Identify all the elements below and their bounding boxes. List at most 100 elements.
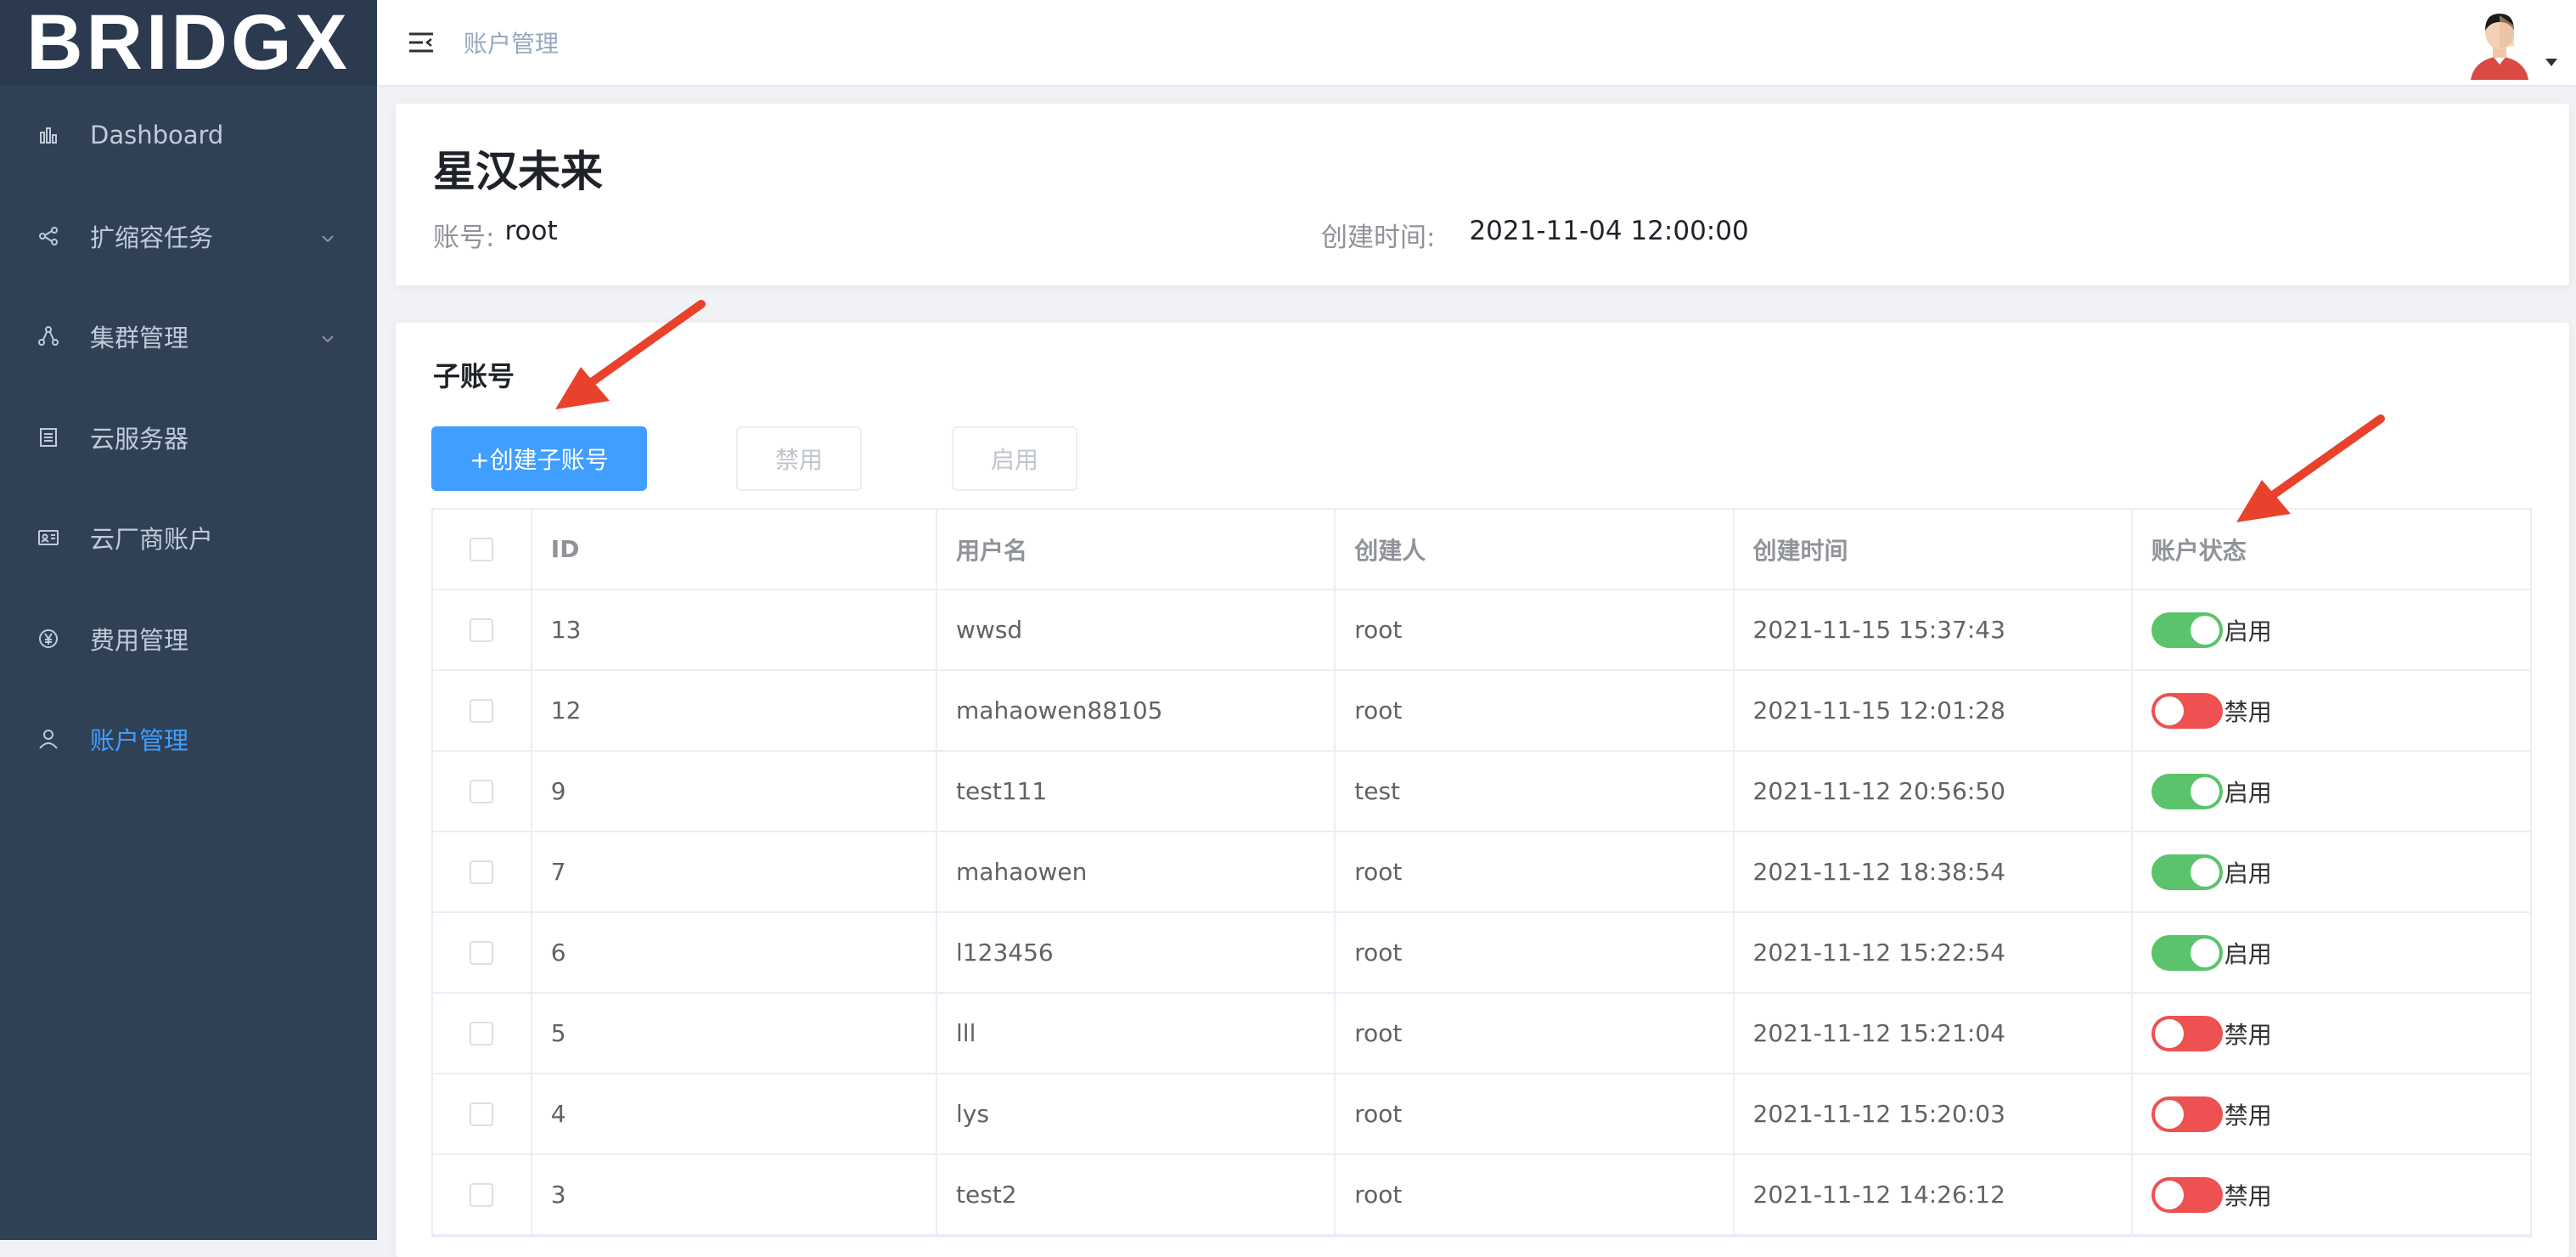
sidebar-item-account-management[interactable]: 账户管理: [0, 689, 377, 790]
cell-created: 2021-11-12 14:26:12: [1735, 1155, 2133, 1234]
cell-creator: root: [1336, 590, 1735, 669]
row-checkbox[interactable]: [470, 779, 494, 803]
row-checkbox[interactable]: [470, 617, 494, 642]
row-checkbox[interactable]: [470, 860, 494, 884]
column-header-username: 用户名: [937, 510, 1336, 589]
sidebar-menu: Dashboard 扩缩容任务 集群管理 云服务器 云厂商账户 费用管理 账户管…: [0, 85, 377, 790]
cell-status: 禁用: [2133, 994, 2530, 1073]
column-header-creator: 创建人: [1336, 510, 1735, 589]
row-select-cell: [433, 671, 532, 750]
chevron-down-icon: [319, 224, 336, 243]
status-switch-wrap: 禁用: [2151, 692, 2272, 729]
table-header-row: ID 用户名 创建人 创建时间 账户状态: [433, 510, 2530, 590]
sidebar: BRIDGX Dashboard 扩缩容任务 集群管理 云服务器 云厂商账户 费…: [0, 0, 377, 1240]
status-switch[interactable]: [2151, 1015, 2223, 1051]
cell-created: 2021-11-12 20:56:50: [1735, 752, 2133, 831]
status-switch-wrap: 禁用: [2151, 1096, 2272, 1132]
top-navbar: 账户管理: [377, 0, 2576, 85]
sidebar-item-scaling-tasks[interactable]: 扩缩容任务: [0, 186, 377, 287]
cell-username: test2: [937, 1155, 1336, 1234]
cell-created: 2021-11-15 15:37:43: [1735, 590, 2133, 669]
column-header-status: 账户状态: [2151, 536, 2247, 565]
cell-status: 禁用: [2133, 671, 2530, 750]
status-switch[interactable]: [2151, 692, 2223, 729]
chevron-down-icon: [319, 324, 336, 343]
company-name: 星汉未来: [433, 147, 603, 196]
table-body: 13 wwsd root 2021-11-15 15:37:43 启用 12 mahaowe…: [433, 590, 2530, 1236]
share-nodes-icon: [37, 225, 59, 247]
cell-status: 启用: [2133, 913, 2530, 992]
sidebar-item-cluster[interactable]: 集群管理: [0, 286, 377, 387]
switch-knob: [2190, 776, 2219, 806]
sidebar-item-label: 扩缩容任务: [90, 223, 214, 252]
disable-button[interactable]: 禁用: [736, 426, 862, 491]
cell-creator: root: [1336, 1155, 1735, 1234]
row-checkbox[interactable]: [470, 1102, 494, 1126]
row-select-cell: [433, 590, 532, 669]
sidebar-item-cloud-vendor-account[interactable]: 云厂商账户: [0, 488, 377, 589]
status-switch[interactable]: [2151, 854, 2223, 890]
account-label: 账号:: [433, 223, 495, 253]
cell-username: l123456: [937, 913, 1336, 992]
switch-knob: [2190, 938, 2219, 967]
status-switch[interactable]: [2151, 1176, 2223, 1213]
sidebar-item-dashboard[interactable]: Dashboard: [0, 85, 377, 186]
status-text: 禁用: [2224, 1101, 2272, 1130]
select-all-checkbox[interactable]: [470, 537, 494, 561]
enable-button[interactable]: 启用: [952, 426, 1077, 491]
status-switch[interactable]: [2151, 612, 2223, 648]
server-icon: [37, 426, 59, 448]
table-row: 4 lys root 2021-11-12 15:20:03 禁用: [433, 1074, 2530, 1155]
status-switch-wrap: 启用: [2151, 854, 2272, 890]
id-card-icon: [37, 527, 59, 549]
row-select-cell: [433, 1074, 532, 1153]
created-label: 创建时间:: [1321, 223, 1436, 253]
status-switch[interactable]: [2151, 1096, 2223, 1132]
menu-fold-icon[interactable]: [406, 27, 436, 58]
create-subaccount-button[interactable]: +创建子账号: [431, 426, 647, 491]
sidebar-item-label: 云服务器: [90, 424, 189, 454]
sidebar-item-cost[interactable]: 费用管理: [0, 589, 377, 690]
column-header-created: 创建时间: [1735, 510, 2133, 589]
switch-knob: [2154, 1099, 2184, 1129]
cell-status: 启用: [2133, 590, 2530, 669]
status-switch[interactable]: [2151, 934, 2223, 971]
status-switch[interactable]: [2151, 773, 2223, 809]
row-checkbox[interactable]: [470, 1021, 494, 1046]
sidebar-item-label: 集群管理: [90, 324, 189, 353]
switch-knob: [2154, 1180, 2184, 1209]
row-select-cell: [433, 832, 532, 911]
cell-creator: root: [1336, 671, 1735, 750]
status-text: 禁用: [2224, 697, 2272, 726]
status-text: 启用: [2224, 617, 2272, 645]
cell-id: 7: [532, 832, 938, 911]
cell-creator: root: [1336, 1074, 1735, 1153]
cell-id: 4: [532, 1074, 938, 1153]
status-switch-wrap: 启用: [2151, 612, 2272, 648]
cell-created: 2021-11-12 15:22:54: [1735, 913, 2133, 992]
switch-knob: [2190, 857, 2219, 887]
app-logo[interactable]: BRIDGX: [0, 0, 377, 85]
row-select-cell: [433, 752, 532, 831]
row-select-cell: [433, 1155, 532, 1234]
user-icon: [37, 728, 59, 750]
cell-id: 3: [532, 1155, 938, 1234]
row-checkbox[interactable]: [470, 698, 494, 723]
switch-knob: [2190, 615, 2219, 645]
cell-created: 2021-11-12 15:21:04: [1735, 994, 2133, 1073]
cell-creator: test: [1336, 752, 1735, 831]
table-row: 5 lll root 2021-11-12 15:21:04 禁用: [433, 994, 2530, 1074]
table-row: 7 mahaowen root 2021-11-12 18:38:54 启用: [433, 832, 2530, 913]
user-avatar-dropdown[interactable]: [2462, 5, 2559, 80]
breadcrumb: 账户管理: [464, 30, 560, 58]
cell-id: 13: [532, 590, 938, 669]
table-row: 13 wwsd root 2021-11-15 15:37:43 启用: [433, 590, 2530, 671]
row-select-cell: [433, 994, 532, 1073]
avatar: [2462, 5, 2537, 80]
row-checkbox[interactable]: [470, 940, 494, 965]
cell-creator: root: [1336, 913, 1735, 992]
cell-status: 启用: [2133, 832, 2530, 911]
sidebar-item-cloud-server[interactable]: 云服务器: [0, 387, 377, 488]
row-checkbox[interactable]: [470, 1182, 494, 1207]
switch-knob: [2154, 1018, 2184, 1048]
